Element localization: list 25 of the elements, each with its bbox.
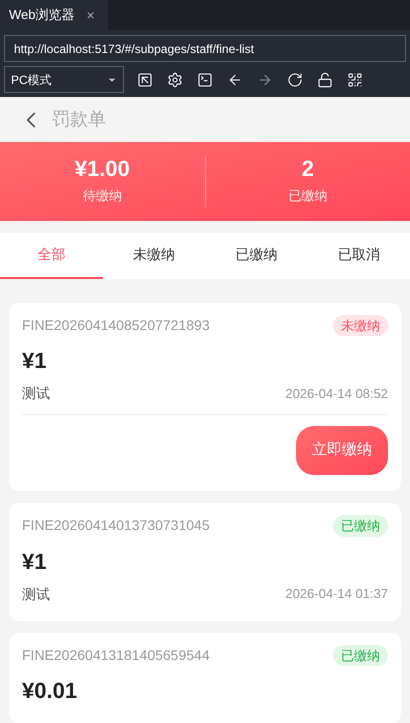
fine-amount: ¥1 — [22, 548, 48, 576]
stat-value: ¥1.00 — [74, 158, 130, 180]
fine-number: FINE20260414013730731045 — [22, 516, 210, 536]
fine-time: 2026-04-14 08:52 — [285, 384, 388, 403]
fine-reason: 测试 — [22, 384, 50, 403]
stat-label: 待缴纳 — [82, 187, 122, 205]
browser-tab[interactable]: Web浏览器 × — [0, 0, 108, 30]
filter-tab[interactable]: 未缴纳 — [102, 233, 205, 278]
stat-value: 2 — [302, 158, 314, 180]
fine-number: FINE20260413181405659544 — [22, 646, 210, 665]
filter-tab[interactable]: 已缴纳 — [205, 233, 308, 278]
fine-number: FINE20260414085207721893 — [22, 316, 210, 335]
status-tag: 已缴纳 — [333, 515, 388, 536]
fine-amount: ¥1 — [22, 347, 48, 375]
stat-label: 已缴纳 — [288, 187, 328, 205]
fine-reason: 测试 — [22, 584, 50, 604]
page-title: 罚款单 — [52, 108, 106, 132]
close-icon[interactable]: × — [86, 4, 95, 26]
status-tag: 未缴纳 — [333, 314, 388, 336]
filter-tab[interactable]: 已取消 — [308, 233, 410, 278]
fine-time: 2026-04-14 01:37 — [285, 585, 388, 604]
status-tag: 已缴纳 — [333, 644, 388, 666]
address-field[interactable]: http://localhost:5173/#/subpages/staff/fine-list — [4, 35, 406, 62]
fine-amount: ¥0.01 — [22, 677, 78, 705]
mode-select[interactable]: PC模式 — [4, 66, 124, 93]
